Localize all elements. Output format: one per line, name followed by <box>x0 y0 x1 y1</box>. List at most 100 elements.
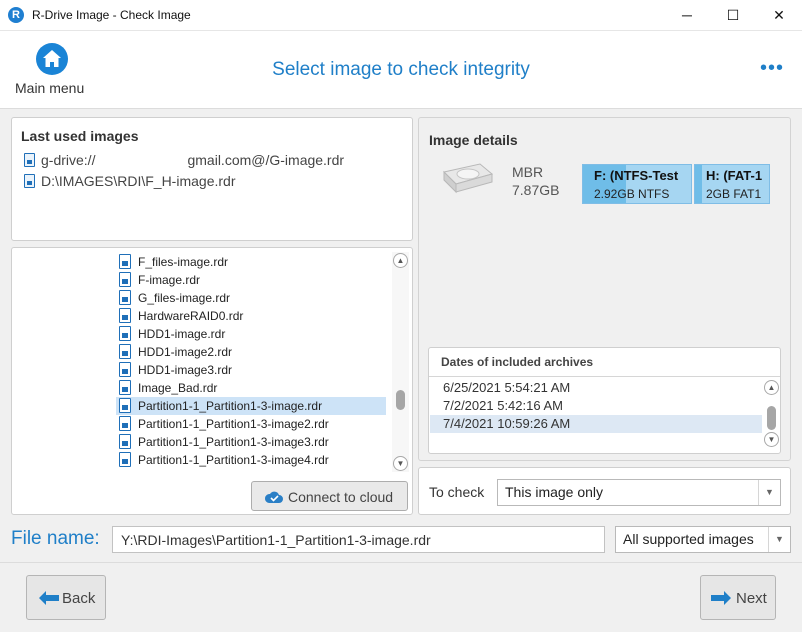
file-name-text: G_files-image.rdr <box>138 291 231 305</box>
file-list-item[interactable]: HardwareRAID0.rdr <box>116 307 243 325</box>
to-check-label: To check <box>429 484 485 500</box>
file-name-input[interactable] <box>112 526 605 553</box>
archive-date-row[interactable]: 6/25/2021 5:54:21 AM <box>430 379 762 397</box>
back-button[interactable]: Back <box>26 575 106 620</box>
to-check-select[interactable]: This image only ▼ <box>497 479 781 506</box>
file-name-text: HDD1-image3.rdr <box>138 363 233 377</box>
last-used-title: Last used images <box>21 128 139 144</box>
file-list-item[interactable]: G_files-image.rdr <box>116 289 230 307</box>
partition-tile[interactable]: H: (FAT-1 2GB FAT1 <box>694 164 770 204</box>
dates-scrollbar[interactable]: ▲ ▼ <box>763 380 780 448</box>
to-check-value: This image only <box>505 484 604 500</box>
file-name-text: Image_Bad.rdr <box>138 381 218 395</box>
minimize-button[interactable]: ─ <box>664 0 710 31</box>
next-button[interactable]: Next <box>700 575 776 620</box>
chevron-down-icon: ▼ <box>758 480 780 505</box>
arrow-left-icon <box>39 591 59 605</box>
image-file-icon <box>119 398 131 413</box>
archive-date-row[interactable]: 7/2/2021 5:42:16 AM <box>430 397 762 415</box>
file-name-text: F-image.rdr <box>138 273 201 287</box>
file-name-text: Partition1-1_Partition1-3-image2.rdr <box>138 417 329 431</box>
partition-name: F: (NTFS-Test <box>594 168 679 183</box>
archive-date-row[interactable]: 7/4/2021 10:59:26 AM <box>430 415 762 433</box>
page-title: Select image to check integrity <box>272 59 530 80</box>
title-bar: R R-Drive Image - Check Image ─ ☐ ✕ <box>0 0 802 31</box>
scroll-up-icon[interactable]: ▲ <box>393 253 408 268</box>
to-check-panel: To check This image only ▼ <box>418 467 791 515</box>
file-type-filter-value: All supported images <box>623 531 754 547</box>
file-browser-panel: F_files-image.rdr F-image.rdr G_files-imag… <box>11 247 413 515</box>
header: Main menu Select image to check integrit… <box>0 31 802 108</box>
partition-tile[interactable]: F: (NTFS-Test 2.92GB NTFS <box>582 164 692 204</box>
close-button[interactable]: ✕ <box>756 0 802 31</box>
recent-item-prefix: g-drive:// <box>41 152 96 168</box>
image-file-icon <box>119 416 131 431</box>
image-file-icon <box>119 380 131 395</box>
file-name-text: HardwareRAID0.rdr <box>138 309 244 323</box>
back-label: Back <box>62 590 96 607</box>
window-title: R-Drive Image - Check Image <box>32 8 191 22</box>
cloud-image-file-icon <box>24 153 35 167</box>
recent-item[interactable]: D:\IMAGES\RDI\F_H-image.rdr <box>24 173 235 189</box>
disk-size: 7.87GB <box>512 182 560 198</box>
file-list-item[interactable]: Partition1-1_Partition1-3-image3.rdr <box>116 433 329 451</box>
archive-dates-header: Dates of included archives <box>429 348 780 377</box>
file-name-text: HDD1-image2.rdr <box>138 345 233 359</box>
cloud-icon <box>264 491 283 503</box>
scroll-up-icon[interactable]: ▲ <box>764 380 779 395</box>
image-file-icon <box>24 174 35 188</box>
recent-item-path: D:\IMAGES\RDI\F_H-image.rdr <box>41 173 236 189</box>
image-file-icon <box>119 434 131 449</box>
image-file-icon <box>119 308 131 323</box>
connect-to-cloud-label: Connect to cloud <box>288 489 394 505</box>
file-list-item[interactable]: F-image.rdr <box>116 271 200 289</box>
scroll-thumb[interactable] <box>767 406 776 430</box>
file-name-label: File name: <box>11 528 100 549</box>
chevron-down-icon: ▼ <box>768 527 790 552</box>
more-options-button[interactable]: ••• <box>760 57 784 80</box>
file-name-text: Partition1-1_Partition1-3-image4.rdr <box>138 453 329 467</box>
connect-to-cloud-button[interactable]: Connect to cloud <box>251 481 408 511</box>
archive-dates-list: Dates of included archives 6/25/2021 5:5… <box>428 347 781 454</box>
file-list-item[interactable]: Partition1-1_Partition1-3-image4.rdr <box>116 451 329 469</box>
file-name-text: HDD1-image.rdr <box>138 327 226 341</box>
image-details-title: Image details <box>429 132 518 148</box>
image-file-icon <box>119 362 131 377</box>
scroll-down-icon[interactable]: ▼ <box>764 432 779 447</box>
image-file-icon <box>119 344 131 359</box>
file-list-item[interactable]: HDD1-image.rdr <box>116 325 225 343</box>
file-list-item[interactable]: Partition1-1_Partition1-3-image.rdr <box>116 397 386 415</box>
file-list-item[interactable]: HDD1-image3.rdr <box>116 361 232 379</box>
file-name-text: F_files-image.rdr <box>138 255 229 269</box>
image-file-icon <box>119 290 131 305</box>
image-file-icon <box>119 254 131 269</box>
file-name-text: Partition1-1_Partition1-3-image.rdr <box>138 399 323 413</box>
partition-detail: 2.92GB NTFS <box>594 187 670 201</box>
recent-item[interactable]: g-drive:// gmail.com@/G-image.rdr <box>24 152 344 168</box>
partition-detail: 2GB FAT1 <box>706 187 762 201</box>
file-type-filter-select[interactable]: All supported images ▼ <box>615 526 791 553</box>
file-list-item[interactable]: Image_Bad.rdr <box>116 379 217 397</box>
last-used-panel: Last used images g-drive:// gmail.com@/G-… <box>11 117 413 241</box>
recent-item-suffix: gmail.com@/G-image.rdr <box>187 152 345 168</box>
hard-disk-icon <box>443 163 494 194</box>
file-name-text: Partition1-1_Partition1-3-image3.rdr <box>138 435 329 449</box>
file-list-item[interactable]: F_files-image.rdr <box>116 253 228 271</box>
disk-type: MBR <box>512 164 544 180</box>
arrow-right-icon <box>711 591 731 605</box>
scroll-down-icon[interactable]: ▼ <box>393 456 408 471</box>
footer <box>0 562 802 632</box>
partition-name: H: (FAT-1 <box>706 168 763 183</box>
image-file-icon <box>119 272 131 287</box>
main-menu-label[interactable]: Main menu <box>15 80 84 96</box>
image-file-icon <box>119 326 131 341</box>
scroll-thumb[interactable] <box>396 390 405 410</box>
image-file-icon <box>119 452 131 467</box>
maximize-button[interactable]: ☐ <box>710 0 756 31</box>
file-list-item[interactable]: HDD1-image2.rdr <box>116 343 232 361</box>
file-list-scrollbar[interactable]: ▲ ▼ <box>392 252 409 472</box>
file-list-item[interactable]: Partition1-1_Partition1-3-image2.rdr <box>116 415 329 433</box>
next-label: Next <box>736 590 767 607</box>
partition-usage-bar <box>695 165 703 203</box>
app-logo-icon: R <box>8 7 24 23</box>
